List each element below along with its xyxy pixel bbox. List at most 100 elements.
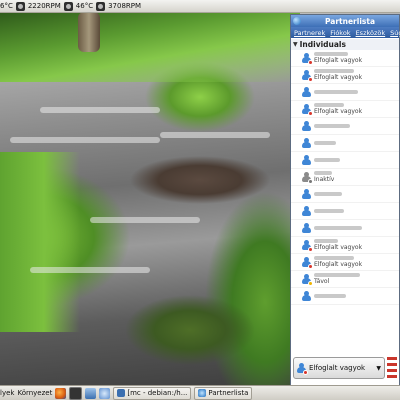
buddy-icon (302, 188, 311, 200)
buddy-text (314, 157, 340, 163)
buddy-row[interactable] (291, 152, 399, 169)
buddy-text (314, 123, 350, 129)
buddy-text (314, 225, 362, 231)
buddy-row[interactable]: Távol (291, 271, 399, 288)
menu-eszkozok[interactable]: Eszközök (356, 29, 386, 37)
terminal-icon[interactable] (69, 386, 83, 400)
taskbar-item-label: Partnerlista (208, 389, 249, 397)
buddy-row[interactable] (291, 186, 399, 203)
buddy-text: Elfoglalt vagyok (314, 69, 362, 81)
status-dot-icon (308, 59, 313, 65)
top-panel: 6°C 2220RPM 46°C 3708RPM (0, 0, 400, 13)
window-titlebar[interactable]: Partnerlista (291, 15, 399, 27)
wallpaper-water-stripe (10, 137, 160, 143)
wallpaper-water-stripe (90, 217, 200, 223)
collapse-triangle-icon[interactable]: ▼ (293, 41, 298, 48)
buddy-icon (302, 171, 313, 184)
fan-icon (15, 1, 25, 11)
group-label: Individuals (299, 40, 346, 49)
status-selector[interactable]: Elfoglalt vagyok ▼ (293, 357, 385, 379)
taskbar-item-mc[interactable]: [mc - debian:/h... (113, 386, 192, 400)
wallpaper-water-stripe (30, 267, 150, 273)
buddy-status-text: Elfoglalt vagyok (314, 108, 363, 115)
wallpaper-tree-trunk (78, 12, 100, 52)
buddy-row[interactable] (291, 135, 399, 152)
applications-menu-label[interactable]: lyek (0, 389, 14, 397)
fan-icon (96, 1, 106, 11)
buddy-status-text: Elfoglalt vagyok (314, 244, 363, 251)
taskbar-item-label: [mc - debian:/h... (127, 389, 188, 397)
places-menu-label[interactable]: Környezet (17, 389, 52, 397)
buddy-row[interactable]: Elfoglalt vagyok (291, 67, 399, 84)
buddy-icon (302, 137, 311, 149)
pidgin-icon (293, 17, 301, 25)
status-dot-icon (308, 280, 313, 286)
window-title: Partnerlista (324, 16, 376, 26)
buddy-status-text: Elfoglalt vagyok (314, 74, 363, 81)
menu-partnerek[interactable]: Partnerek (294, 29, 325, 37)
buddy-name-blurred (314, 225, 362, 230)
buddy-status-text: Távol (314, 278, 330, 285)
group-header[interactable]: ▼ Individuals (291, 39, 399, 50)
buddy-list-window[interactable]: Partnerlista Partnerek Fiókok Eszközök S… (290, 14, 400, 386)
buddy-name-blurred (314, 123, 350, 128)
buddy-text (314, 191, 342, 197)
buddy-icon (302, 205, 311, 217)
buddy-row[interactable] (291, 220, 399, 237)
buddy-row[interactable] (291, 118, 399, 135)
buddy-row[interactable]: Elfoglalt vagyok (291, 237, 399, 254)
buddy-name-blurred (314, 239, 338, 243)
buddy-text: Elfoglalt vagyok (314, 239, 362, 251)
buddy-name-blurred (314, 89, 358, 94)
chevron-down-icon: ▼ (376, 364, 381, 372)
buddy-row[interactable]: Elfoglalt vagyok (291, 254, 399, 271)
buddy-name-blurred (314, 208, 344, 213)
fan-speed-readout: 2220RPM (27, 2, 61, 10)
buddy-text: Távol (314, 273, 360, 285)
buddy-name-blurred (314, 103, 344, 107)
wallpaper-water-stripe (40, 107, 160, 113)
buddy-status-text: Inaktív (314, 176, 335, 183)
taskbar-item-pidgin[interactable]: Partnerlista (194, 386, 253, 400)
buddy-icon (302, 239, 313, 252)
buddy-name-blurred (314, 69, 354, 73)
show-desktop-icon[interactable] (85, 387, 97, 399)
buddy-name-blurred (314, 191, 342, 196)
temperature-icon (63, 1, 73, 11)
buddy-name-blurred (314, 157, 340, 162)
launcher-icon[interactable] (99, 387, 111, 399)
buddy-text: Elfoglalt vagyok (314, 52, 362, 64)
status-selector-label: Elfoglalt vagyok (309, 364, 366, 372)
buddy-text: Elfoglalt vagyok (314, 103, 362, 115)
status-dot-icon (308, 263, 313, 269)
buddy-text: Inaktív (314, 171, 334, 183)
buddy-row[interactable] (291, 84, 399, 101)
firefox-icon[interactable] (55, 387, 67, 399)
buddy-name-blurred (314, 140, 336, 145)
status-dot-icon (308, 178, 313, 184)
buddy-text (314, 208, 344, 214)
buddy-row[interactable] (291, 288, 399, 305)
status-dot-icon (308, 246, 313, 252)
wallpaper-upper-bank (0, 12, 300, 82)
buddy-row[interactable]: Elfoglalt vagyok (291, 101, 399, 118)
buddy-status-text: Elfoglalt vagyok (314, 261, 363, 268)
menu-sugo[interactable]: Súg (390, 29, 400, 37)
buddy-list: ▼ Individuals Elfoglalt vagyok Elfoglalt … (291, 39, 399, 349)
buddy-row[interactable]: Inaktív (291, 169, 399, 186)
wallpaper-water-stripe (160, 132, 270, 138)
buddy-icon (302, 69, 313, 82)
buddy-row[interactable] (291, 203, 399, 220)
cpu-temp-readout: 6°C (0, 2, 13, 10)
buddy-icon (302, 52, 313, 65)
buddy-icon (302, 256, 313, 269)
buddy-icon (302, 222, 311, 234)
status-area: Elfoglalt vagyok ▼ (293, 355, 397, 381)
buddy-name-blurred (314, 293, 346, 298)
gpu-temp-readout: 46°C (75, 2, 94, 10)
fan-speed-readout: 3708RPM (108, 2, 142, 10)
menubar: Partnerek Fiókok Eszközök Súg (291, 27, 400, 38)
buddy-row[interactable]: Elfoglalt vagyok (291, 50, 399, 67)
buddy-icon (302, 86, 311, 98)
menu-fiokok[interactable]: Fiókok (330, 29, 350, 37)
